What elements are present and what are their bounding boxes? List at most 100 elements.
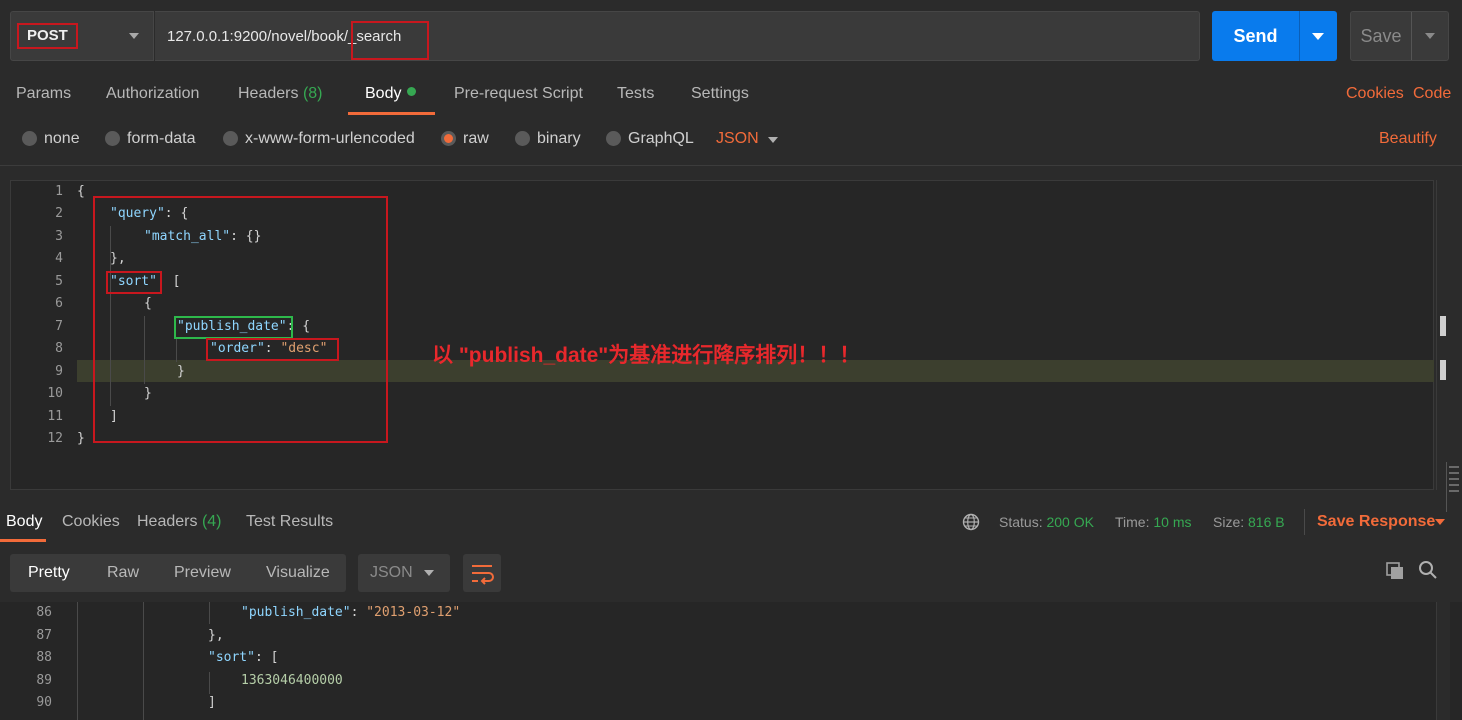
chevron-down-icon [129,33,139,39]
send-label: Send [1233,26,1278,46]
json-number: 1363046400000 [241,673,343,688]
active-tab-underline [348,112,435,115]
radio-form-data[interactable] [105,131,120,146]
radio-none-label: none [44,130,80,147]
view-visualize[interactable]: Visualize [266,564,330,582]
line-number: 2 [55,206,63,221]
radio-none[interactable] [22,131,37,146]
radio-binary[interactable] [515,131,530,146]
line-number: 10 [47,386,63,401]
save-options-chevron-icon[interactable] [1425,33,1435,39]
line-number: 1 [55,184,63,199]
chevron-down-icon[interactable] [1435,519,1445,525]
response-tab-body[interactable]: Body [6,513,42,531]
status-value: 200 OK [1046,514,1094,530]
line-number: 87 [36,628,52,643]
send-button[interactable]: Send [1212,11,1337,61]
method-select[interactable]: POST [10,11,154,61]
json-key: "sort" [208,650,255,665]
method-label: POST [17,23,78,49]
beautify-link[interactable]: Beautify [1379,130,1437,148]
search-icon[interactable] [1418,560,1438,580]
response-status: Status: 200 OK [999,514,1094,530]
response-tab-cookies[interactable]: Cookies [62,513,120,531]
order-desc-highlight-box [206,338,339,361]
json-string: "2013-03-12" [366,605,461,620]
response-tab-headers-label: Headers [137,513,198,530]
time-label: Time: [1115,514,1150,530]
line-number: 7 [55,319,63,334]
tab-tests[interactable]: Tests [617,85,654,103]
tab-headers-count: (8) [302,85,323,102]
response-scrollbar[interactable] [1436,602,1450,720]
tab-settings[interactable]: Settings [691,85,749,103]
save-button[interactable]: Save [1350,11,1449,61]
tab-params[interactable]: Params [16,85,71,103]
line-number: 6 [55,296,63,311]
copy-icon[interactable] [1385,561,1405,581]
cookies-link[interactable]: Cookies [1346,85,1404,103]
divider [1304,509,1305,535]
tab-authorization[interactable]: Authorization [106,85,199,103]
request-bar: POST 127.0.0.1:9200/novel/book/_search S… [0,0,1462,72]
radio-form-data-label: form-data [127,130,196,147]
response-size: Size: 816 B [1213,514,1285,530]
indent-guide [209,602,210,624]
active-tab-underline [0,539,46,542]
body-indicator-dot-icon [407,87,417,96]
code-line: }, [208,628,224,643]
line-number: 12 [47,431,63,446]
response-toolbar: Pretty Raw Preview Visualize JSON [0,548,1462,598]
url-search-highlight [351,21,429,60]
line-number: 3 [55,229,63,244]
sort-key-highlight-box [106,271,162,294]
view-raw[interactable]: Raw [107,564,139,582]
code-text: : [350,605,367,620]
send-options-chevron-icon[interactable] [1312,33,1324,40]
code-line: "sort": [ [208,650,278,665]
globe-icon[interactable] [962,513,980,531]
url-input[interactable]: 127.0.0.1:9200/novel/book/_search [155,11,1200,61]
code-line: { [77,184,85,199]
view-preview[interactable]: Preview [174,564,231,582]
scrollbar-marker [1440,316,1446,336]
radio-urlencoded[interactable] [223,131,238,146]
radio-urlencoded-label: x-www-form-urlencoded [245,130,415,147]
response-format-label: JSON [370,564,413,581]
indent-guide [209,672,210,694]
chevron-down-icon[interactable] [768,137,778,143]
radio-graphql[interactable] [606,131,621,146]
code-text: : [ [254,650,279,665]
tab-body[interactable]: Body [365,85,417,103]
code-text: { [77,184,85,199]
save-response-button[interactable]: Save Response [1317,513,1435,531]
size-value: 816 B [1248,514,1285,530]
response-format-select[interactable]: JSON [358,554,450,592]
line-number: 88 [36,650,52,665]
tab-body-label: Body [365,85,402,102]
line-number: 89 [36,673,52,688]
radio-raw[interactable] [441,131,456,146]
request-body-editor[interactable]: 1 2 3 4 5 6 7 8 9 10 11 12 { "query": { … [10,180,1434,490]
radio-graphql-label: GraphQL [628,130,694,147]
chevron-down-icon [424,570,434,576]
json-key: "publish_date" [241,605,351,620]
view-pretty[interactable]: Pretty [28,564,70,582]
status-label: Status: [999,514,1043,530]
code-line: "publish_date": "2013-03-12" [241,605,460,620]
code-line: } [77,431,85,446]
wrap-lines-button[interactable] [463,554,501,592]
code-text: }, [208,628,224,643]
body-format-select[interactable]: JSON [716,130,759,148]
response-body-viewer[interactable]: 86 87 88 89 90 "publish_date": "2013-03-… [0,602,1462,720]
save-label: Save [1360,26,1402,46]
publish-date-highlight-box [174,316,293,339]
code-line: ] [208,695,216,710]
tab-prerequest-script[interactable]: Pre-request Script [454,85,583,103]
response-tab-test-results[interactable]: Test Results [246,513,333,531]
response-tab-headers[interactable]: Headers (4) [137,513,222,531]
code-link[interactable]: Code [1413,85,1451,103]
scrollbar-thumb[interactable] [1440,360,1446,380]
time-value: 10 ms [1153,514,1192,530]
tab-headers[interactable]: Headers (8) [238,85,323,103]
